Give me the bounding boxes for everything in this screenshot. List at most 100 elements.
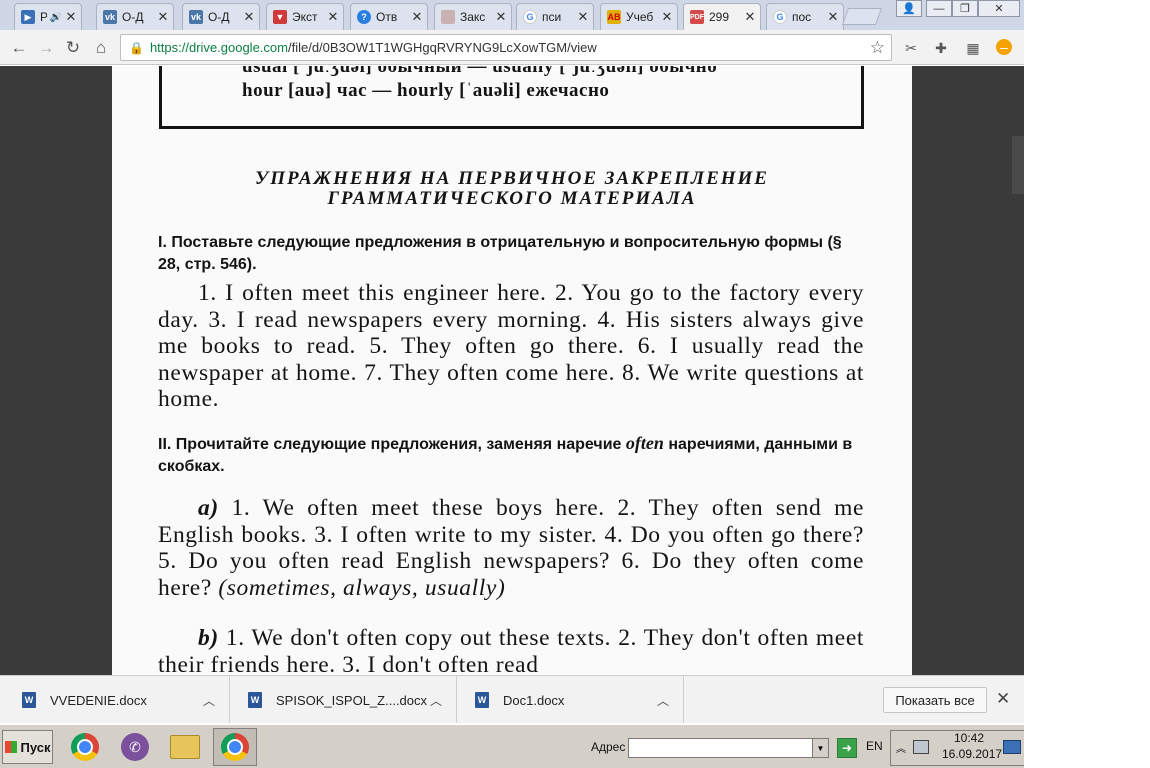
exercise-1-text: 1. I often meet this engineer here. 2. Y… (158, 280, 864, 412)
tab-1[interactable]: vk О-Д ✕ (96, 3, 174, 30)
scrollbar-thumb[interactable] (1012, 136, 1024, 194)
chrome-taskbar-icon[interactable] (63, 728, 107, 766)
download-item[interactable]: W SPISOK_ISPOL_Z....docx ︿ (230, 676, 457, 724)
bookmark-star-icon[interactable]: ☆ (870, 38, 885, 58)
chevron-up-icon[interactable]: ︿ (657, 692, 669, 709)
show-all-downloads-button[interactable]: Показать все (883, 687, 987, 713)
taskbar: Пуск ✆ Адрес ▼ ➜ EN ︽ 10:42 16.09.2017 (0, 723, 1024, 768)
dropdown-arrow-icon[interactable]: ▼ (812, 739, 828, 757)
exercise-number: II. (158, 436, 172, 453)
show-desktop-icon[interactable] (1003, 740, 1021, 754)
chevron-up-icon[interactable]: ︿ (203, 692, 215, 709)
tab-title: пос (792, 10, 812, 24)
language-indicator[interactable]: EN (866, 739, 883, 753)
pocket-icon: ▼ (273, 10, 287, 24)
network-icon[interactable] (913, 740, 929, 754)
word-doc-icon: W (22, 692, 36, 708)
lock-icon: 🔒 (129, 40, 144, 55)
folder-taskbar-icon[interactable] (163, 728, 207, 766)
reload-icon[interactable]: ↻ (62, 37, 84, 59)
tab-title: Учеб (626, 10, 654, 24)
exercise-number: I. (158, 234, 167, 251)
exercise-2a-text: a) 1. We often meet these boys here. 2. … (158, 495, 864, 601)
chevron-up-icon[interactable]: ︽ (896, 740, 906, 755)
part-label: b) (198, 625, 219, 651)
tab-title: Р (40, 10, 47, 24)
download-item[interactable]: W VVEDENIE.docx ︿ (0, 676, 230, 724)
tab-title: Закс (460, 10, 486, 24)
address-toolbar-input[interactable]: ▼ (628, 738, 829, 758)
tab-6[interactable]: G пси ✕ (516, 3, 594, 30)
exercise-2b-text: b) 1. We don't often copy out these text… (158, 625, 864, 675)
tab-9[interactable]: G пос ✕ (766, 3, 844, 30)
tab-2[interactable]: vk О-Д ✕ (182, 3, 260, 30)
tab-title: Отв (376, 10, 398, 24)
adverb-hint: (sometimes, always, usually) (218, 574, 506, 601)
tab-title: пси (542, 10, 562, 24)
clock-date[interactable]: 16.09.2017 (942, 747, 1002, 761)
restore-button[interactable]: ❐ (952, 0, 978, 17)
download-item[interactable]: W Doc1.docx ︿ (457, 676, 684, 724)
exercise-2-instruction: II. Прочитайте следующие предложения, за… (158, 432, 864, 478)
extension-icon[interactable]: ✂ (902, 39, 920, 57)
pdf-viewer: usual [ˈjuːʒuəl] обычный — usually [ˈjuː… (0, 66, 1024, 675)
vk-icon: vk (103, 10, 117, 24)
start-label: Пуск (20, 739, 51, 755)
tab-5[interactable]: Закс ✕ (434, 3, 512, 30)
clock-time[interactable]: 10:42 (954, 731, 984, 745)
browser-window: ▶ Р 🔊 ✕ vk О-Д ✕ vk О-Д ✕ ▼ Экст ✕ ? Отв… (0, 0, 1024, 724)
url-host: https://drive.google.com (149, 40, 288, 55)
section-heading: ГРАММАТИЧЕСКОГО МАТЕРИАЛА (327, 188, 697, 209)
chevron-up-icon[interactable]: ︿ (430, 692, 442, 709)
tab-8-active[interactable]: PDF 299 ✕ (683, 3, 761, 30)
minimize-button[interactable]: — (926, 0, 952, 17)
vocab-line: hour [auə] час — hourly [ˈauəli] ежечасн… (242, 80, 610, 101)
close-icon[interactable]: ✕ (661, 9, 673, 25)
instruction-text: Прочитайте следующие предложения, заменя… (175, 436, 622, 453)
close-icon[interactable]: ✕ (327, 9, 339, 25)
close-window-button[interactable]: ✕ (978, 0, 1020, 17)
browser-toolbar: ← → ↻ ⌂ 🔒 https://drive.google.com /file… (0, 30, 1024, 65)
close-icon[interactable]: ✕ (827, 9, 839, 25)
close-icon[interactable]: ✕ (577, 9, 589, 25)
extension-icon[interactable]: ▦ (964, 39, 982, 57)
close-icon[interactable]: ✕ (996, 689, 1010, 709)
user-icon[interactable]: 👤 (896, 0, 922, 17)
tab-title: 299 (709, 10, 730, 24)
tab-0[interactable]: ▶ Р 🔊 ✕ (14, 3, 82, 30)
download-filename: Doc1.docx (503, 692, 565, 708)
address-toolbar-label: Адрес (591, 740, 626, 754)
url-path: /file/d/0B3OW1T1WGHgqRVRYNG9LcXowTGM/vie… (287, 40, 597, 55)
puzzle-icon[interactable]: ✚ (932, 39, 950, 57)
back-icon[interactable]: ← (8, 37, 30, 59)
close-icon[interactable]: ✕ (495, 9, 507, 25)
close-icon[interactable]: ✕ (243, 9, 255, 25)
section-heading: УПРАЖНЕНИЯ НА ПЕРВИЧНОЕ ЗАКРЕПЛЕНИЕ (255, 168, 769, 189)
extension-icon[interactable]: – (996, 39, 1012, 55)
word-doc-icon: W (475, 692, 489, 708)
new-tab-button[interactable] (841, 8, 883, 25)
speaker-icon: 🔊 (49, 11, 62, 23)
forward-icon[interactable]: → (35, 37, 57, 59)
chrome-active-taskbar-icon[interactable] (213, 728, 257, 766)
tab-3[interactable]: ▼ Экст ✕ (266, 3, 344, 30)
close-icon[interactable]: ✕ (411, 9, 423, 25)
start-button[interactable]: Пуск (2, 730, 53, 764)
document-page: usual [ˈjuːʒuəl] обычный — usually [ˈjuː… (112, 66, 912, 675)
download-filename: VVEDENIE.docx (50, 692, 147, 708)
close-icon[interactable]: ✕ (65, 9, 77, 25)
close-icon[interactable]: ✕ (157, 9, 169, 25)
viber-taskbar-icon[interactable]: ✆ (113, 728, 157, 766)
home-icon[interactable]: ⌂ (90, 37, 112, 59)
tab-4[interactable]: ? Отв ✕ (350, 3, 428, 30)
google-icon: G (523, 10, 537, 24)
go-icon[interactable]: ➜ (837, 738, 857, 758)
exercise-sentences: 1. We don't often copy out these texts. … (158, 625, 864, 675)
part-label: a) (198, 495, 219, 521)
close-icon[interactable]: ✕ (744, 9, 756, 25)
vocabulary-box: usual [ˈjuːʒuəl] обычный — usually [ˈjuː… (159, 66, 864, 129)
address-bar[interactable]: 🔒 https://drive.google.com /file/d/0B3OW… (120, 34, 892, 61)
tab-strip: ▶ Р 🔊 ✕ vk О-Д ✕ vk О-Д ✕ ▼ Экст ✕ ? Отв… (0, 0, 1024, 30)
downloads-bar: W VVEDENIE.docx ︿ W SPISOK_ISPOL_Z....do… (0, 675, 1024, 724)
tab-7[interactable]: AB Учеб ✕ (600, 3, 678, 30)
